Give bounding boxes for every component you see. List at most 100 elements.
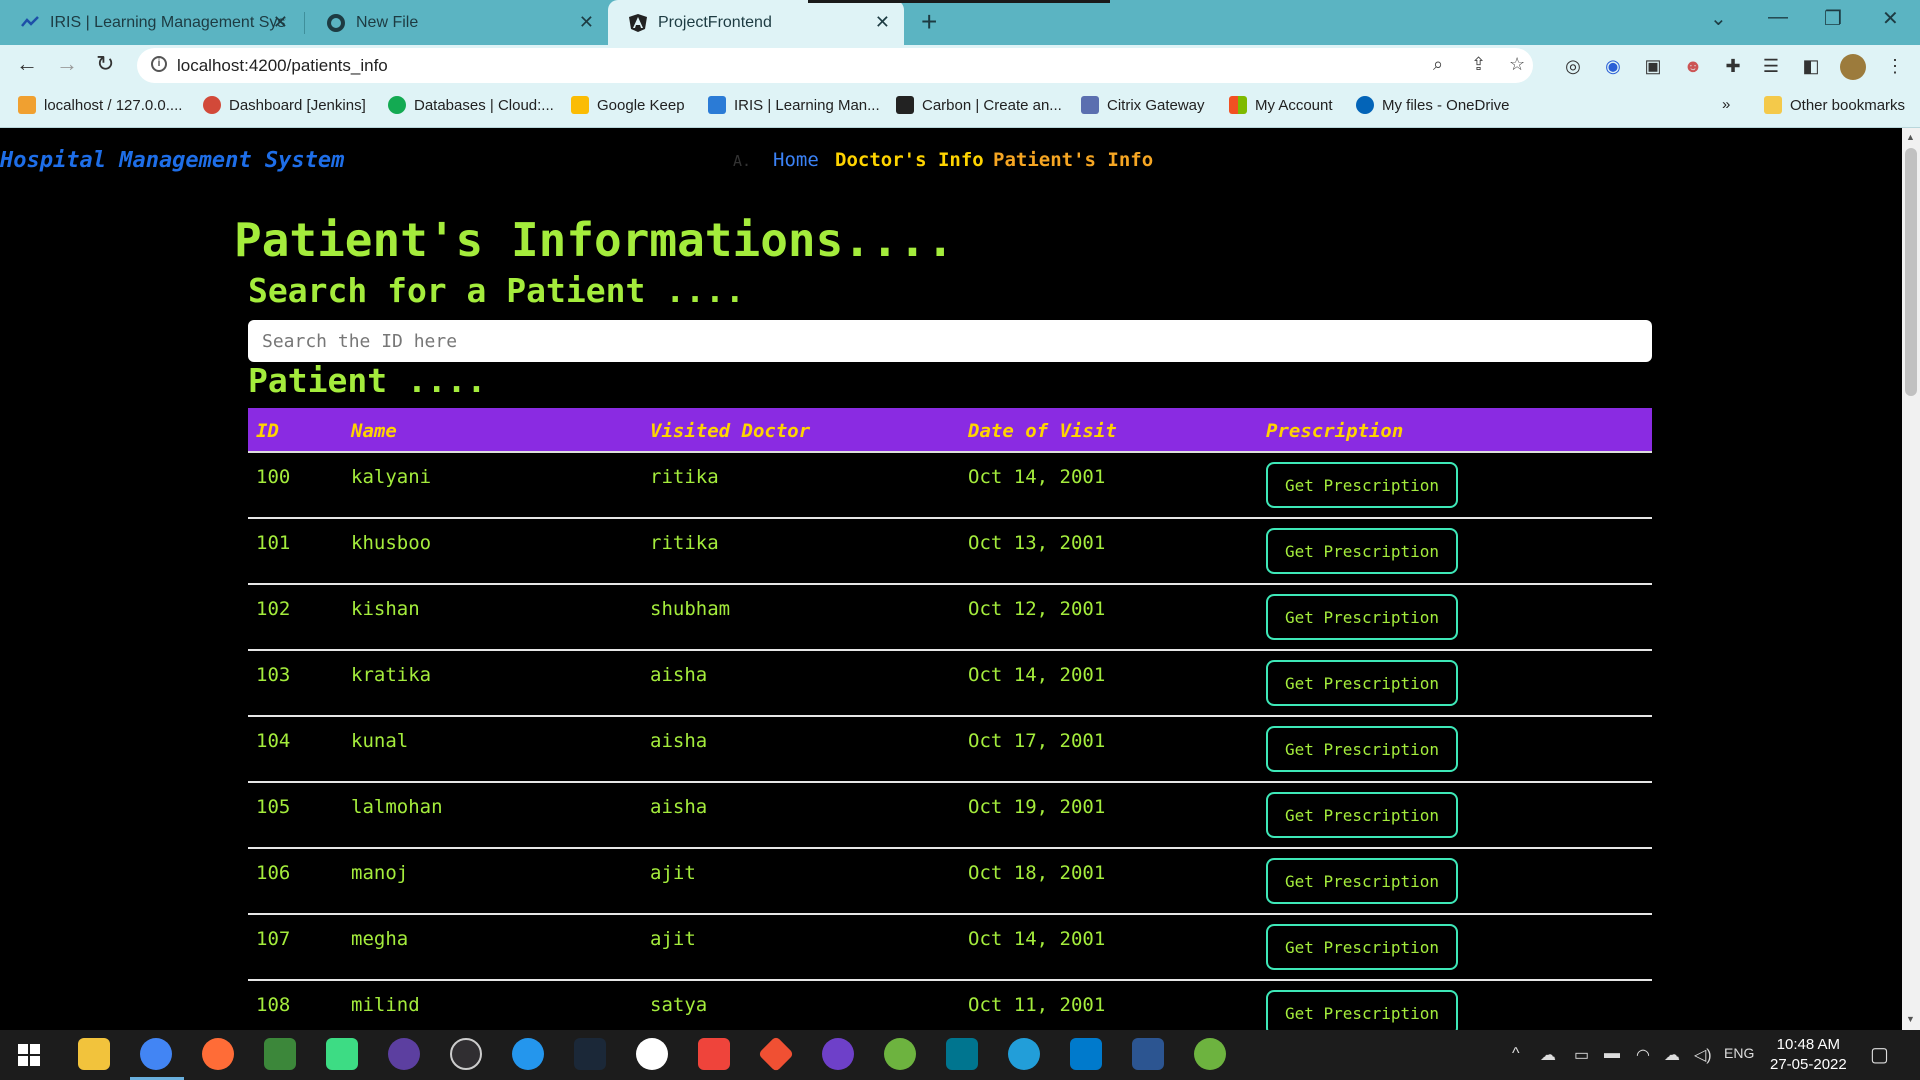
windows-start-icon[interactable] [18, 1044, 40, 1066]
system-clock[interactable]: 10:48 AM 27-05-2022 [1770, 1035, 1847, 1075]
bookmark-star-icon[interactable]: ☆ [1509, 54, 1525, 75]
cell-id: 102 [256, 598, 291, 620]
phpmyadmin-icon [18, 96, 36, 114]
bookmark-item[interactable]: Dashboard [Jenkins] [203, 96, 366, 114]
steam-icon[interactable] [574, 1038, 606, 1070]
cell-name: khusboo [351, 532, 432, 554]
spring-tools-icon[interactable] [884, 1038, 916, 1070]
extension-icon[interactable]: ▣ [1642, 56, 1664, 78]
nav-doctors-link[interactable]: Doctor's Info [835, 149, 984, 171]
docker-icon[interactable] [512, 1038, 544, 1070]
wifi-icon[interactable]: ◠ [1636, 1045, 1650, 1065]
get-prescription-button[interactable]: Get Prescription [1266, 660, 1458, 706]
share-icon[interactable]: ⇪ [1471, 54, 1486, 75]
close-icon[interactable]: ✕ [273, 12, 288, 33]
get-prescription-button[interactable]: Get Prescription [1266, 462, 1458, 508]
onedrive-icon [1356, 96, 1374, 114]
postman-icon[interactable] [202, 1038, 234, 1070]
nav-home-link[interactable]: Home [773, 149, 819, 171]
reading-list-icon[interactable]: ☰ [1760, 56, 1782, 78]
close-icon[interactable]: ✕ [579, 12, 594, 33]
profile-avatar[interactable] [1840, 54, 1866, 80]
url-text[interactable]: localhost:4200/patients_info [177, 56, 388, 76]
language-indicator[interactable]: ENG [1724, 1045, 1754, 1061]
android-studio-icon[interactable] [326, 1038, 358, 1070]
search-input[interactable] [248, 320, 1652, 362]
browser-tab-iris[interactable]: IRIS | Learning Management Syst ✕ [0, 0, 302, 45]
mongodb-compass-icon[interactable] [636, 1038, 668, 1070]
git-icon[interactable] [757, 1035, 795, 1073]
extension-icon[interactable]: ◉ [1602, 56, 1624, 78]
extension-icon[interactable]: ◎ [1562, 56, 1584, 78]
volume-icon[interactable]: ◁) [1694, 1045, 1712, 1065]
bookmark-item[interactable]: My Account [1229, 96, 1333, 114]
github-desktop-icon[interactable] [822, 1038, 854, 1070]
bookmark-item[interactable]: Carbon | Create an... [896, 96, 1062, 114]
anydesk-icon[interactable] [698, 1038, 730, 1070]
get-prescription-button[interactable]: Get Prescription [1266, 924, 1458, 970]
scrollbar-thumb[interactable] [1905, 148, 1917, 396]
extensions-puzzle-icon[interactable]: ✚ [1722, 56, 1744, 78]
forward-icon[interactable]: → [56, 51, 78, 77]
tray-icon[interactable]: ☁ [1540, 1045, 1556, 1065]
extension-icon[interactable]: ☻ [1682, 56, 1704, 78]
cell-id: 100 [256, 466, 291, 488]
powershell-icon[interactable] [1132, 1038, 1164, 1070]
obs-icon[interactable] [450, 1038, 482, 1070]
brand-title[interactable]: Hospital Management System [0, 148, 344, 173]
telegram-icon[interactable] [1008, 1038, 1040, 1070]
close-icon[interactable]: ✕ [875, 12, 890, 33]
onedrive-icon[interactable]: ☁ [1664, 1045, 1680, 1065]
cell-name: lalmohan [351, 796, 443, 818]
browser-tab-new-file[interactable]: New File ✕ [306, 0, 608, 45]
nodejs-icon[interactable] [264, 1038, 296, 1070]
page-scrollbar[interactable]: ▲ ▼ [1902, 128, 1920, 1030]
bookmark-label: Google Keep [597, 96, 685, 114]
bookmark-item[interactable]: Databases | Cloud:... [388, 96, 554, 114]
get-prescription-button[interactable]: Get Prescription [1266, 726, 1458, 772]
battery-icon[interactable]: ▬ [1604, 1045, 1620, 1063]
bookmark-item[interactable]: IRIS | Learning Man... [708, 96, 880, 114]
get-prescription-button[interactable]: Get Prescription [1266, 990, 1458, 1030]
clock-time: 10:48 AM [1776, 1036, 1841, 1053]
bookmark-item[interactable]: My files - OneDrive [1356, 96, 1510, 114]
page-title: Patient's Informations.... [234, 213, 955, 267]
eclipse-icon[interactable] [388, 1038, 420, 1070]
vscode-icon[interactable] [1070, 1038, 1102, 1070]
nav-a-link[interactable]: A. [733, 152, 751, 170]
get-prescription-button[interactable]: Get Prescription [1266, 792, 1458, 838]
more-bookmarks-icon[interactable]: » [1722, 96, 1730, 113]
side-panel-icon[interactable]: ◧ [1800, 56, 1822, 78]
zoom-icon[interactable]: ⌕ [1433, 54, 1443, 75]
minimize-icon[interactable]: — [1768, 6, 1788, 29]
address-bar[interactable]: i localhost:4200/patients_info ⌕ ⇪ ☆ [137, 48, 1533, 83]
new-tab-icon[interactable]: + [921, 6, 937, 38]
get-prescription-button[interactable]: Get Prescription [1266, 594, 1458, 640]
site-info-icon[interactable]: i [151, 56, 167, 72]
get-prescription-button[interactable]: Get Prescription [1266, 528, 1458, 574]
nav-patients-link[interactable]: Patient's Info [993, 149, 1153, 171]
tray-icon[interactable]: ▭ [1574, 1045, 1589, 1065]
bookmark-item[interactable]: Google Keep [571, 96, 685, 114]
browser-tab-project-frontend[interactable]: ProjectFrontend ✕ [608, 0, 904, 45]
bookmark-item[interactable]: Citrix Gateway [1081, 96, 1205, 114]
bookmark-label: My files - OneDrive [1382, 96, 1510, 114]
file-explorer-icon[interactable] [78, 1038, 110, 1070]
reload-icon[interactable]: ↻ [96, 51, 114, 77]
get-prescription-button[interactable]: Get Prescription [1266, 858, 1458, 904]
back-icon[interactable]: ← [16, 51, 38, 77]
chrome-icon[interactable] [140, 1038, 172, 1070]
spring-tools-icon[interactable] [1194, 1038, 1226, 1070]
scroll-down-icon[interactable]: ▼ [1906, 1014, 1915, 1024]
other-bookmarks[interactable]: Other bookmarks [1764, 96, 1905, 114]
tray-overflow-icon[interactable]: ^ [1512, 1045, 1520, 1063]
mysql-workbench-icon[interactable] [946, 1038, 978, 1070]
window-close-icon[interactable]: ✕ [1882, 6, 1899, 31]
notifications-icon[interactable]: ▢ [1870, 1042, 1889, 1067]
scroll-up-icon[interactable]: ▲ [1906, 132, 1915, 142]
bookmark-item[interactable]: localhost / 127.0.0.... [18, 96, 182, 114]
menu-kebab-icon[interactable]: ⋮ [1884, 56, 1906, 78]
restore-icon[interactable]: ❐ [1824, 6, 1842, 31]
tab-search-icon[interactable]: ⌄ [1710, 6, 1727, 31]
table-header-row: ID Name Visited Doctor Date of Visit Pre… [248, 408, 1652, 453]
